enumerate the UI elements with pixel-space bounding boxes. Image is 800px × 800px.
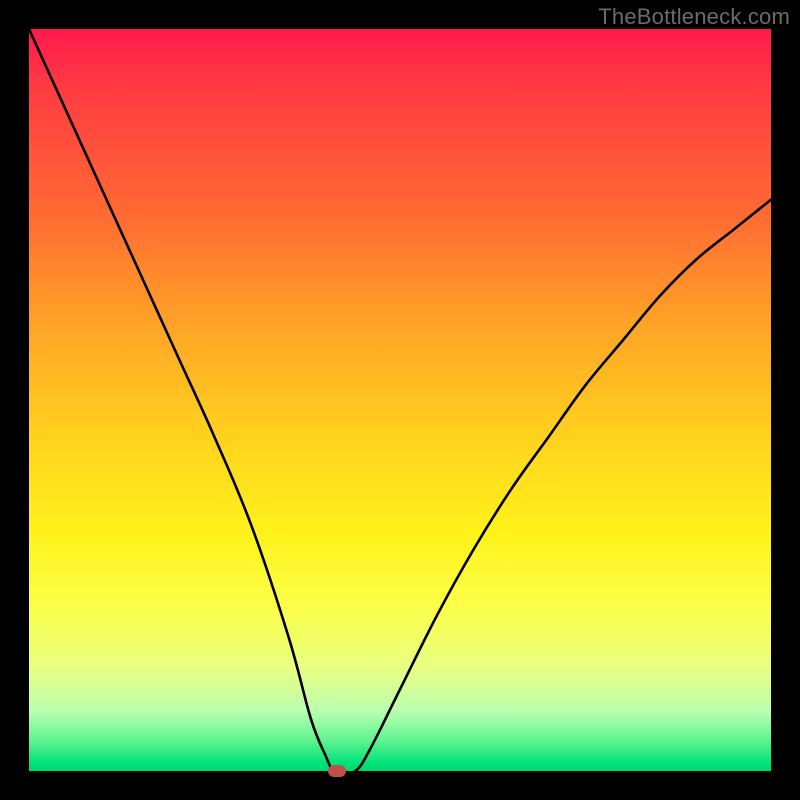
optimal-point-marker (328, 765, 346, 777)
chart-plot-area (29, 29, 771, 771)
watermark-text: TheBottleneck.com (598, 4, 790, 30)
bottleneck-curve (29, 29, 771, 771)
chart-frame: TheBottleneck.com (0, 0, 800, 800)
